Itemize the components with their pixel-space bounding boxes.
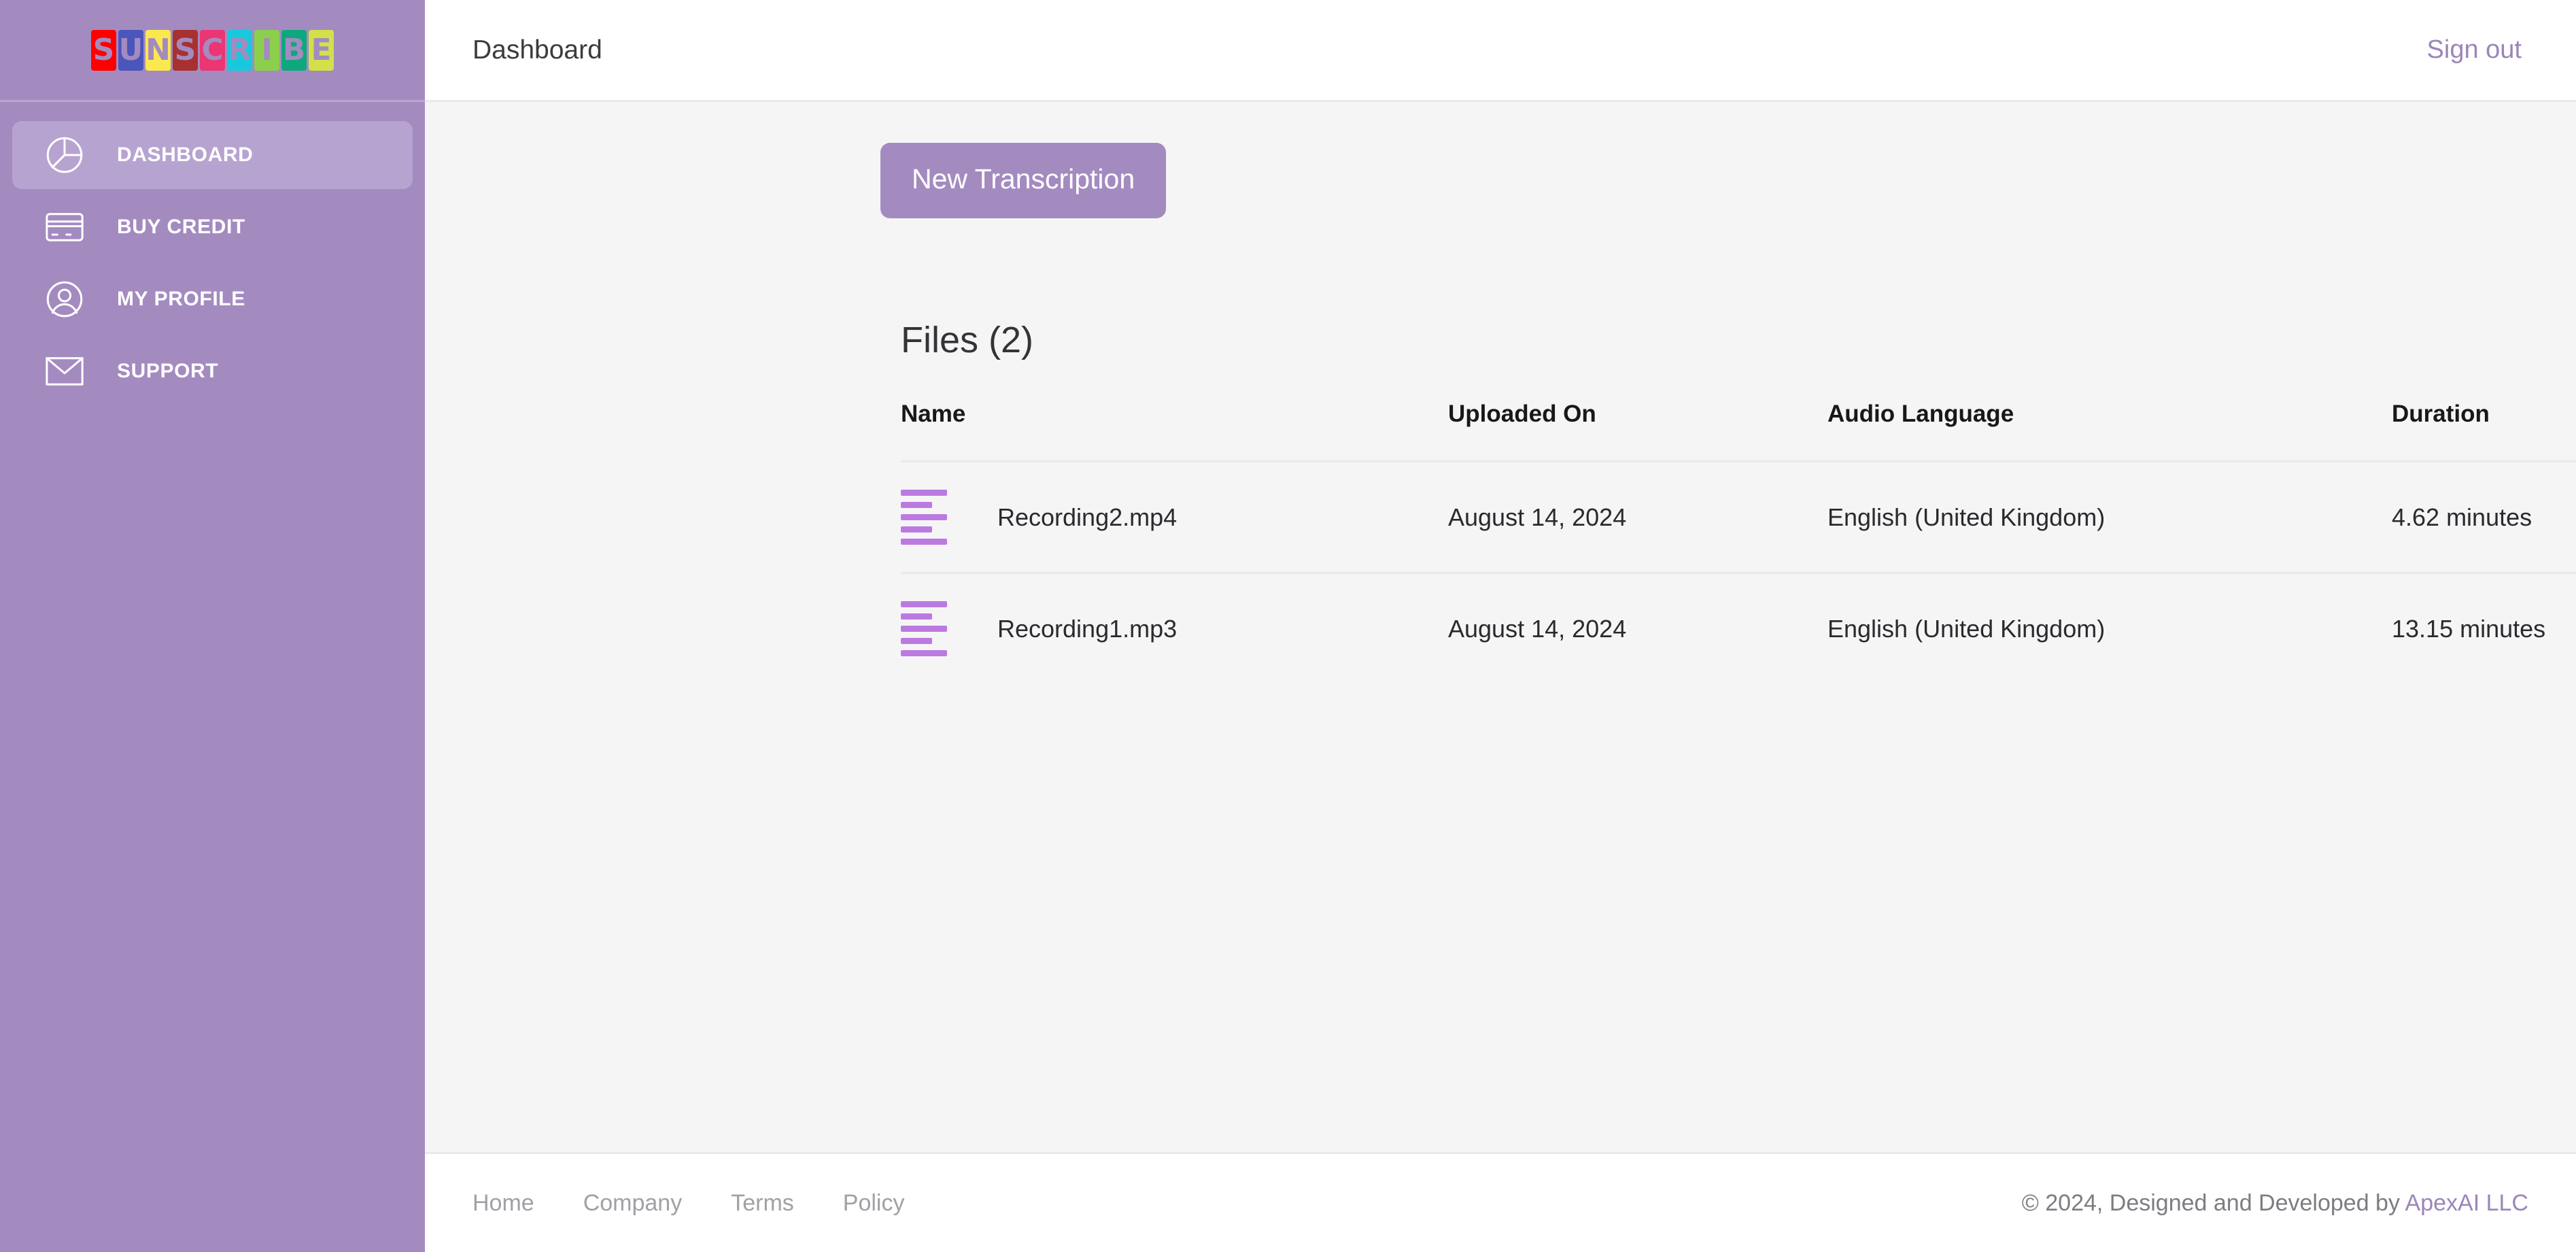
transcript-lines-icon[interactable] [901, 490, 947, 545]
credit-card-icon [41, 203, 88, 251]
content-area: New Transcription Files (2) Name Uploaded… [425, 102, 2576, 1152]
sidebar-nav: DASHBOARD BUY CREDIT MY PROFILE SUPPORT [0, 102, 425, 405]
logo-letter-7: B [281, 29, 307, 71]
file-name[interactable]: Recording1.mp3 [997, 615, 1177, 643]
sidebar-item-buy-credit[interactable]: BUY CREDIT [12, 193, 413, 261]
logo-letter-8: E [309, 29, 334, 71]
sidebar-item-my-profile[interactable]: MY PROFILE [12, 265, 413, 333]
logo-letter-4: C [200, 29, 225, 71]
footer: Home Company Terms Policy © 2024, Designed … [425, 1152, 2576, 1252]
sidebar-item-label: DASHBOARD [117, 143, 254, 166]
sidebar-item-label: SUPPORT [117, 360, 219, 382]
table-body: Recording2.mp4 August 14, 2024 English (Un… [901, 460, 2576, 683]
logo-letter-1: U [118, 29, 143, 71]
sunscribe-logo[interactable]: SUNSCRIBE [91, 29, 334, 71]
footer-link-policy[interactable]: Policy [843, 1190, 905, 1217]
copyright: © 2024, Designed and Developed by ApexAI… [2022, 1190, 2528, 1217]
logo-letter-6: I [254, 29, 279, 71]
app-root: SUNSCRIBE DASHBOARD BUY CREDIT MY PROFILE S… [0, 0, 2576, 1252]
footer-link-company[interactable]: Company [583, 1190, 683, 1217]
column-header-duration: Duration [2392, 401, 2490, 427]
footer-link-home[interactable]: Home [473, 1190, 534, 1217]
file-name[interactable]: Recording2.mp4 [997, 503, 1177, 532]
table-row: Recording2.mp4 August 14, 2024 English (Un… [901, 460, 2576, 572]
cell-duration: 13.15 minutes [2392, 614, 2546, 643]
new-transcription-button[interactable]: New Transcription [880, 143, 1167, 218]
sidebar-item-label: BUY CREDIT [117, 216, 245, 238]
cell-duration: 4.62 minutes [2392, 503, 2532, 531]
column-header-name: Name [901, 401, 966, 427]
copyright-text: © 2024, Designed and Developed by [2021, 1189, 2405, 1216]
table-row: Recording1.mp3 August 14, 2024 English (Un… [901, 572, 2576, 683]
logo-letter-2: N [145, 29, 171, 71]
pie-chart-icon [41, 131, 88, 179]
cell-audio-language: English (United Kingdom) [1827, 503, 2106, 531]
logo-letter-3: S [173, 29, 198, 71]
footer-links: Home Company Terms Policy [473, 1190, 904, 1217]
cell-uploaded-on: August 14, 2024 [1448, 503, 1627, 531]
files-heading: Files (2) [901, 320, 1034, 360]
cell-audio-language: English (United Kingdom) [1827, 614, 2106, 643]
user-circle-icon [41, 275, 88, 323]
column-header-uploaded-on: Uploaded On [1448, 401, 1596, 427]
sidebar-item-label: MY PROFILE [117, 288, 245, 310]
sign-out-button[interactable]: Sign out [2427, 35, 2522, 65]
logo-letter-5: R [227, 29, 252, 71]
cell-name: Recording2.mp4 [901, 490, 1448, 545]
main-column: Dashboard Sign out New Transcription Fil… [425, 0, 2576, 1252]
logo-area: SUNSCRIBE [0, 0, 425, 102]
sidebar-item-dashboard[interactable]: DASHBOARD [12, 121, 413, 189]
cell-name: Recording1.mp3 [901, 601, 1448, 656]
topbar: Dashboard Sign out [425, 0, 2576, 102]
sidebar-item-support[interactable]: SUPPORT [12, 337, 413, 405]
transcript-lines-icon[interactable] [901, 601, 947, 656]
page-title: Dashboard [473, 35, 602, 65]
cell-uploaded-on: August 14, 2024 [1448, 614, 1627, 643]
logo-letter-0: S [91, 29, 116, 71]
apexai-link[interactable]: ApexAI LLC [2405, 1190, 2528, 1216]
footer-link-terms[interactable]: Terms [731, 1190, 794, 1217]
files-table: NameUploaded OnAudio LanguageDurationDel… [901, 401, 2576, 683]
envelope-icon [41, 348, 88, 395]
sidebar: SUNSCRIBE DASHBOARD BUY CREDIT MY PROFILE S… [0, 0, 425, 1252]
table-header-row: NameUploaded OnAudio LanguageDurationDel… [901, 401, 2576, 460]
column-header-audio-language: Audio Language [1827, 401, 2014, 427]
